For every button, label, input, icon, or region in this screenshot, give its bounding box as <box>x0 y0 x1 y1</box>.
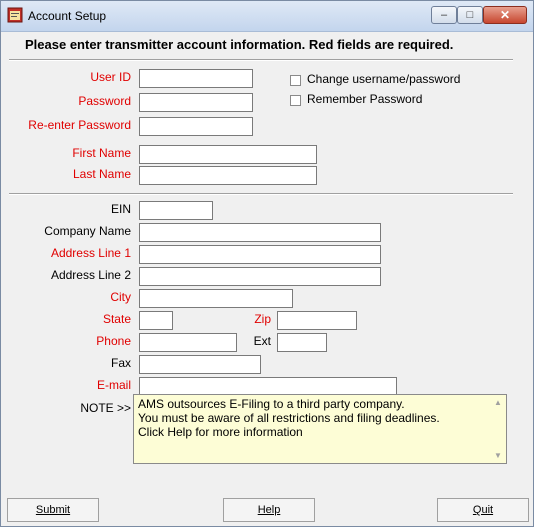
close-icon: ✕ <box>499 8 511 22</box>
ext-input[interactable] <box>277 333 327 352</box>
close-button[interactable]: ✕ <box>483 6 527 24</box>
first-name-label: First Name <box>72 146 131 160</box>
address-line-2-label: Address Line 2 <box>50 268 131 282</box>
title-bar[interactable]: Account Setup – □ ✕ <box>1 1 533 32</box>
address-line-2-input[interactable] <box>139 267 381 286</box>
divider-top <box>9 59 513 61</box>
ein-input[interactable] <box>139 201 213 220</box>
fax-label: Fax <box>110 356 131 370</box>
user-id-input[interactable] <box>139 69 253 88</box>
ein-label: EIN <box>110 202 131 216</box>
change-username-label[interactable]: Change username/password <box>307 72 460 86</box>
state-label: State <box>102 312 131 326</box>
state-input[interactable] <box>139 311 173 330</box>
remember-password-checkbox[interactable] <box>290 95 301 106</box>
minimize-icon: – <box>440 9 448 21</box>
company-name-input[interactable] <box>139 223 381 242</box>
quit-label: Quit <box>472 504 494 516</box>
account-setup-window: Account Setup – □ ✕ Please enter transmi… <box>0 0 534 527</box>
fax-input[interactable] <box>139 355 261 374</box>
instructions-heading: Please enter transmitter account informa… <box>25 37 454 52</box>
email-label: E-mail <box>96 378 131 392</box>
submit-label: Submit <box>35 504 71 516</box>
address-line-1-input[interactable] <box>139 245 381 264</box>
minimize-button[interactable]: – <box>431 6 457 24</box>
submit-button[interactable]: Submit <box>7 498 99 522</box>
reenter-password-label: Re-enter Password <box>28 118 131 132</box>
maximize-button[interactable]: □ <box>457 6 483 24</box>
user-id-label: User ID <box>90 70 131 84</box>
remember-password-label[interactable]: Remember Password <box>307 92 422 106</box>
last-name-input[interactable] <box>139 166 317 185</box>
window-title: Account Setup <box>28 9 107 23</box>
city-input[interactable] <box>139 289 293 308</box>
password-input[interactable] <box>139 93 253 112</box>
help-button[interactable]: Help <box>223 498 315 522</box>
last-name-label: Last Name <box>72 167 131 181</box>
phone-label: Phone <box>96 334 131 348</box>
divider-middle <box>9 193 513 195</box>
app-icon <box>7 7 23 23</box>
quit-button[interactable]: Quit <box>437 498 529 522</box>
scroll-down-icon[interactable]: ▼ <box>494 451 502 460</box>
zip-label: Zip <box>254 312 271 326</box>
note-box[interactable]: AMS outsources E-Filing to a third party… <box>133 394 507 464</box>
note-scrollbar[interactable]: ▲ ▼ <box>490 395 506 463</box>
password-label: Password <box>78 94 131 108</box>
reenter-password-input[interactable] <box>139 117 253 136</box>
scroll-up-icon[interactable]: ▲ <box>494 398 502 407</box>
zip-input[interactable] <box>277 311 357 330</box>
city-label: City <box>110 290 131 304</box>
note-text: AMS outsources E-Filing to a third party… <box>138 397 440 439</box>
ext-label: Ext <box>253 334 271 348</box>
maximize-icon: □ <box>466 9 474 21</box>
first-name-input[interactable] <box>139 145 317 164</box>
change-username-checkbox[interactable] <box>290 75 301 86</box>
phone-input[interactable] <box>139 333 237 352</box>
note-label: NOTE >> <box>80 401 131 415</box>
help-label: Help <box>257 504 281 516</box>
address-line-1-label: Address Line 1 <box>50 246 131 260</box>
company-name-label: Company Name <box>44 224 131 238</box>
